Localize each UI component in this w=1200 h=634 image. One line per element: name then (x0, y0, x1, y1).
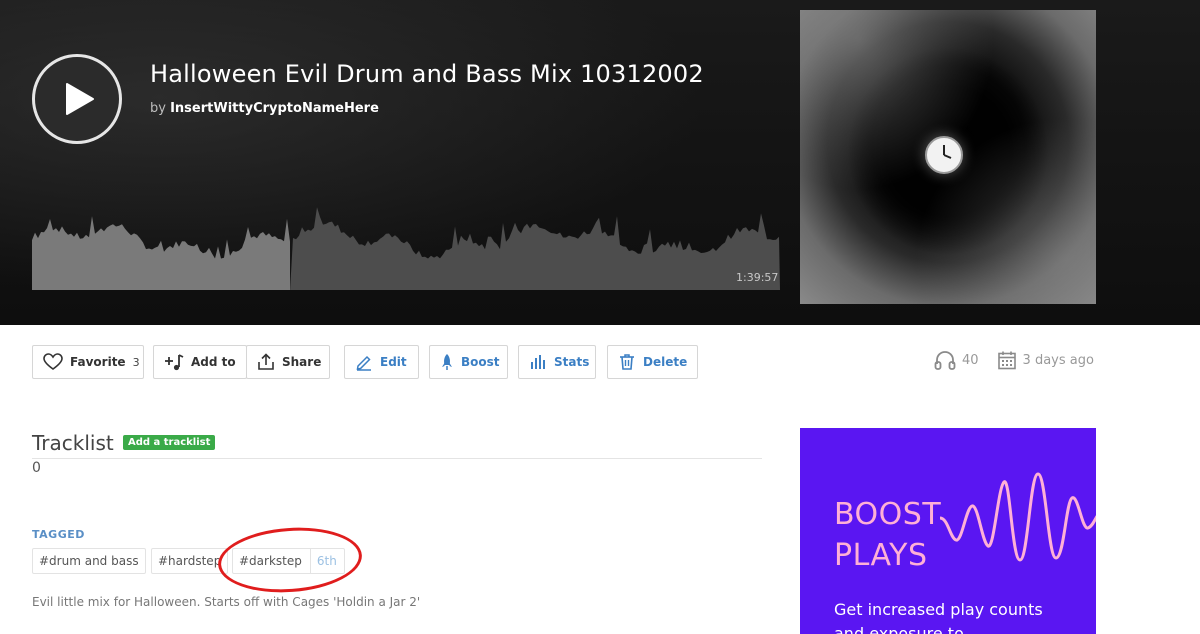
boost-button[interactable]: Boost (429, 345, 508, 379)
highlight-annotation (215, 523, 365, 597)
add-tracklist-button[interactable]: Add a tracklist (123, 435, 216, 450)
boost-ad-title: BOOST PLAYS (834, 494, 941, 576)
pencil-icon (356, 355, 371, 371)
share-icon (258, 353, 274, 370)
bar-chart-icon (531, 355, 545, 369)
posted-date: 3 days ago (997, 350, 1094, 370)
by-label: by (150, 101, 166, 116)
tag-label: #drum and bass (39, 554, 139, 568)
share-button[interactable]: Share (246, 345, 330, 379)
add-to-button[interactable]: Add to (153, 345, 247, 379)
duration-label: 1:39:57 (736, 271, 779, 284)
tag-label: #hardstep (158, 554, 222, 568)
cover-art[interactable] (800, 10, 1096, 304)
tracklist-heading: Tracklist (32, 431, 114, 455)
boost-plays-ad[interactable]: BOOST PLAYS Get increased play counts an… (800, 428, 1096, 634)
share-label: Share (282, 355, 322, 369)
track-description: Evil little mix for Halloween. Starts of… (32, 595, 421, 609)
heart-icon (43, 353, 63, 370)
tag-drum-and-bass[interactable]: #drum and bass (32, 548, 146, 574)
posted-date-value: 3 days ago (1022, 352, 1094, 368)
stats-label: Stats (554, 355, 590, 369)
play-icon (66, 83, 94, 115)
boost-ad-title-line2: PLAYS (834, 538, 928, 573)
headphones-icon (934, 351, 956, 370)
add-to-label: Add to (191, 355, 236, 369)
boost-ad-subtitle: Get increased play counts and exposure t… (834, 600, 1043, 634)
favorite-button[interactable]: Favorite 3 (32, 345, 144, 379)
tag-hardstep[interactable]: #hardstep (151, 548, 229, 574)
waveform-played (32, 216, 291, 290)
edit-label: Edit (380, 355, 407, 369)
artist-link[interactable]: InsertWittyCryptoNameHere (170, 101, 379, 116)
delete-button[interactable]: Delete (607, 345, 698, 379)
byline: by InsertWittyCryptoNameHere (150, 101, 379, 116)
favorite-label: Favorite (70, 355, 126, 369)
listen-count-value: 40 (962, 352, 979, 368)
track-stats: 40 3 days ago (934, 350, 1094, 370)
delete-label: Delete (643, 355, 688, 369)
soundwave-graphic (940, 472, 1096, 562)
stats-button[interactable]: Stats (518, 345, 596, 379)
track-header: Halloween Evil Drum and Bass Mix 1031200… (0, 0, 1200, 325)
rocket-icon (442, 354, 452, 370)
edit-button[interactable]: Edit (344, 345, 419, 379)
listen-count: 40 (934, 350, 979, 370)
divider (32, 458, 762, 459)
play-button[interactable] (32, 54, 122, 144)
track-title: Halloween Evil Drum and Bass Mix 1031200… (150, 60, 704, 88)
add-to-playlist-icon (165, 354, 184, 371)
boost-label: Boost (461, 355, 500, 369)
trash-icon (620, 354, 634, 370)
tagged-label: TAGGED (32, 528, 85, 541)
boost-ad-title-line1: BOOST (834, 497, 942, 532)
tracklist-count: 0 (32, 460, 41, 476)
waveform[interactable] (32, 190, 780, 290)
favorite-count: 3 (132, 355, 140, 369)
cover-art-clock (925, 136, 963, 174)
calendar-icon (997, 351, 1016, 370)
waveform-remaining (290, 207, 780, 290)
